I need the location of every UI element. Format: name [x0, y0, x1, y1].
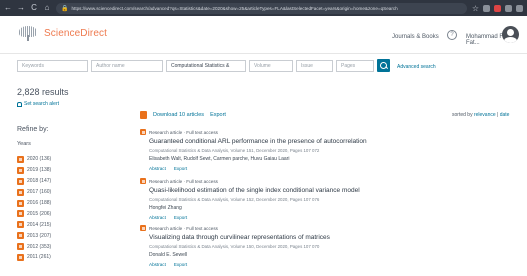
years-heading: Years — [17, 141, 31, 147]
year-filter-item[interactable]: 2017 (160) — [17, 187, 51, 198]
keywords-input[interactable]: Keywords — [17, 60, 88, 72]
home-icon[interactable]: ⌂ — [43, 0, 51, 16]
article-source: Computational Statistics & Data Analysis… — [149, 148, 320, 153]
year-filter-item[interactable]: 2018 (147) — [17, 176, 51, 187]
lock-icon: 🔒 — [61, 5, 69, 12]
search-icon[interactable] — [377, 59, 390, 72]
export-link[interactable]: Export — [210, 112, 226, 118]
volume-input[interactable]: Volume — [249, 60, 293, 72]
download-articles-link[interactable]: Download 10 articles — [153, 112, 204, 118]
year-label: 2012 (353) — [27, 243, 52, 250]
year-filter-item[interactable]: 2015 (206) — [17, 208, 51, 219]
article-type: Research article · Full text access — [149, 225, 218, 231]
export-citation-link[interactable]: Export — [174, 215, 187, 220]
results-toolbar: Download 10 articles Export — [140, 111, 226, 119]
extension-icon[interactable] — [494, 4, 501, 12]
year-filter-item[interactable]: 2014 (215) — [17, 219, 51, 230]
menu-icon[interactable] — [516, 4, 523, 12]
article-title-link[interactable]: Quasi-likelihood estimation of the singl… — [149, 187, 510, 194]
results-count: 2,828 results — [17, 87, 69, 97]
forward-icon[interactable]: → — [17, 0, 25, 16]
result-item: Research article · Full text access Quas… — [140, 178, 510, 220]
site-header: ScienceDirect Journals & Books ? Mohamma… — [0, 16, 527, 54]
checkbox-icon[interactable] — [17, 253, 24, 261]
checkbox-icon[interactable] — [17, 155, 24, 163]
export-citation-link[interactable]: Export — [174, 166, 187, 171]
advanced-search-link[interactable]: Advanced search — [397, 64, 436, 70]
checkbox-icon[interactable] — [140, 129, 146, 135]
checkbox-icon[interactable] — [17, 177, 24, 185]
avatar-icon[interactable] — [502, 26, 519, 43]
address-bar[interactable]: 🔒 https://www.sciencedirect.com/search/a… — [56, 2, 467, 14]
alert-label: Set search alert — [24, 101, 60, 107]
years-filter-list: 2020 (136) 2019 (138) 2018 (147) 2017 (1… — [17, 154, 51, 263]
article-source: Computational Statistics & Data Analysis… — [149, 197, 320, 202]
checkbox-icon[interactable] — [17, 166, 24, 174]
checkbox-icon[interactable] — [17, 221, 24, 229]
sort-control: sorted by relevance | date — [452, 112, 510, 118]
reload-icon[interactable]: C — [30, 0, 38, 16]
year-label: 2015 (206) — [27, 210, 52, 217]
address-text[interactable]: https://www.sciencedirect.com/search/adv… — [71, 6, 397, 11]
logo-text: ScienceDirect — [44, 28, 107, 39]
author-input[interactable]: Author name — [91, 60, 163, 72]
sort-date-link[interactable]: date — [500, 112, 510, 118]
article-authors: Hongfei Zhang — [149, 205, 182, 211]
year-filter-item[interactable]: 2019 (138) — [17, 165, 51, 176]
extensions-area: ☆ — [472, 4, 523, 13]
article-title-link[interactable]: Guaranteed conditional ARL performance i… — [149, 138, 510, 145]
checkbox-icon[interactable] — [140, 225, 146, 231]
checkbox-icon[interactable] — [17, 199, 24, 207]
checkbox-icon[interactable] — [17, 210, 24, 218]
sort-prefix: sorted by — [452, 112, 473, 118]
year-filter-item[interactable]: 2016 (188) — [17, 198, 51, 209]
year-filter-item[interactable]: 2013 (207) — [17, 230, 51, 241]
sciencedirect-logo[interactable]: ScienceDirect — [18, 26, 107, 41]
checkbox-icon[interactable] — [17, 232, 24, 240]
year-label: 2019 (138) — [27, 167, 52, 174]
checkbox-icon[interactable] — [17, 243, 24, 251]
year-filter-item[interactable]: 2020 (136) — [17, 154, 51, 165]
sort-relevance-link[interactable]: relevance — [474, 112, 496, 118]
result-item: Research article · Full text access Guar… — [140, 129, 510, 171]
bookmark-star-icon[interactable]: ☆ — [472, 4, 479, 13]
checkbox-icon[interactable] — [140, 178, 146, 184]
article-source: Computational Statistics & Data Analysis… — [149, 244, 320, 249]
year-filter-item[interactable]: 2012 (353) — [17, 241, 51, 252]
year-label: 2020 (136) — [27, 156, 52, 163]
article-authors: Donald E. Sewell — [149, 252, 188, 258]
set-search-alert-link[interactable]: Set search alert — [17, 101, 59, 107]
abstract-toggle[interactable]: Abstract — [149, 262, 166, 267]
year-label: 2011 (261) — [27, 254, 51, 261]
extension-icon[interactable] — [505, 4, 512, 12]
elsevier-tree-icon — [18, 26, 38, 41]
abstract-toggle[interactable]: Abstract — [149, 215, 166, 220]
abstract-toggle[interactable]: Abstract — [149, 166, 166, 171]
journals-books-link[interactable]: Journals & Books — [392, 34, 439, 40]
extension-icon[interactable] — [483, 4, 490, 12]
export-citation-link[interactable]: Export — [174, 262, 187, 267]
checkbox-icon[interactable] — [17, 188, 24, 196]
article-type: Research article · Full text access — [149, 178, 218, 184]
year-label: 2017 (160) — [27, 189, 52, 196]
browser-toolbar: ← → C ⌂ 🔒 https://www.sciencedirect.com/… — [0, 0, 527, 16]
year-label: 2016 (188) — [27, 200, 52, 206]
result-item: Research article · Full text access Visu… — [140, 225, 510, 267]
article-type: Research article · Full text access — [149, 129, 218, 135]
journal-input[interactable]: Computational Statistics & — [166, 60, 246, 72]
refine-heading: Refine by: — [17, 126, 49, 133]
year-label: 2014 (215) — [27, 221, 52, 228]
download-icon[interactable] — [140, 111, 147, 119]
year-label: 2013 (207) — [27, 232, 52, 239]
issue-input[interactable]: Issue — [296, 60, 333, 72]
article-authors: Elisabeth Walt, Rudolf Sewt, Carmen parc… — [149, 156, 290, 162]
article-title-link[interactable]: Visualizing data through curvilinear rep… — [149, 234, 510, 241]
back-icon[interactable]: ← — [4, 0, 12, 16]
year-label: 2018 (147) — [27, 178, 52, 185]
search-bar: Keywords Author name Computational Stati… — [0, 54, 527, 76]
help-icon[interactable]: ? — [447, 30, 457, 40]
pages-input[interactable]: Pages — [336, 60, 374, 72]
year-filter-item[interactable]: 2011 (261) — [17, 252, 51, 263]
bell-icon — [17, 101, 22, 107]
